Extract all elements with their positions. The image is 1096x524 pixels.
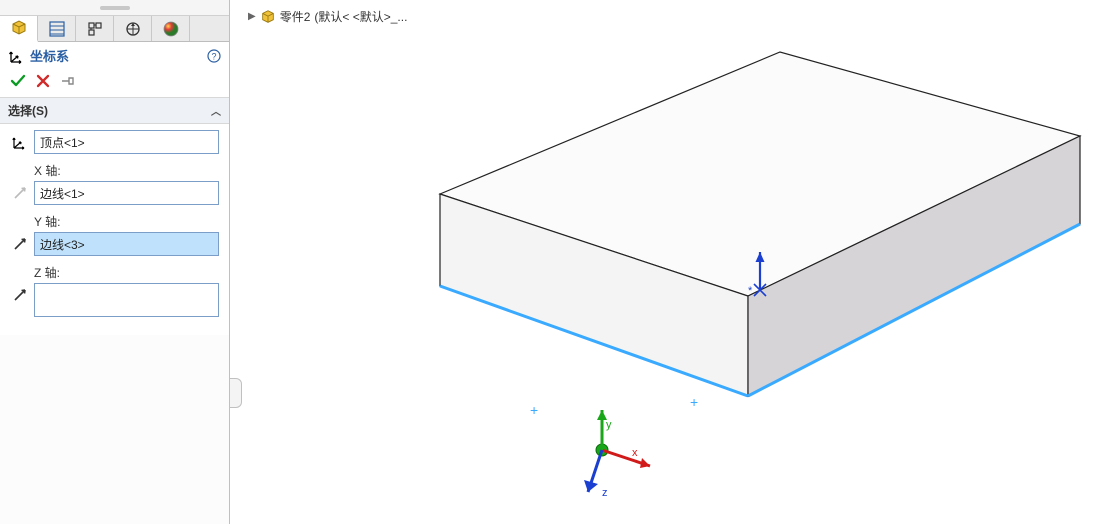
dimxpert-icon xyxy=(124,20,142,38)
property-manager-icon xyxy=(48,20,66,38)
origin-axes-icon xyxy=(10,132,30,152)
collapse-caret-icon[interactable]: ︿ xyxy=(211,103,221,118)
y-axis-field: 边线<3> xyxy=(10,232,219,256)
z-axis-field xyxy=(10,283,219,317)
confirm-cancel-row xyxy=(0,69,229,98)
selections-section-body: 顶点<1> X 轴: 边线<1> Y 轴: 边线<3> xyxy=(0,124,229,335)
panel-drag-handle[interactable] xyxy=(0,0,229,16)
model-view: + + x y z xyxy=(230,0,1096,524)
z-axis-label: Z 轴: xyxy=(34,264,219,281)
y-axis-selection-box[interactable]: 边线<3> xyxy=(34,232,219,256)
pin-button[interactable] xyxy=(60,74,74,88)
tab-configuration-manager[interactable] xyxy=(76,16,114,41)
reverse-z-icon[interactable] xyxy=(10,285,30,305)
y-axis-label: Y 轴: xyxy=(34,213,219,230)
graphics-viewport[interactable]: ▶ 零件2 (默认< <默认>_... + + xyxy=(230,0,1096,524)
grip-icon xyxy=(100,6,130,10)
z-axis-selection-box[interactable] xyxy=(34,283,219,317)
check-icon xyxy=(10,73,26,89)
selections-label: 选择(S) xyxy=(8,102,48,119)
triad-x-label: x xyxy=(632,447,638,459)
coord-system-preview-triad[interactable]: x y z xyxy=(584,410,650,499)
selection-marker-2: + xyxy=(690,394,698,410)
reverse-y-icon[interactable] xyxy=(10,234,30,254)
ok-button[interactable] xyxy=(10,73,26,89)
tab-feature-manager[interactable] xyxy=(0,16,38,42)
tab-property-manager[interactable] xyxy=(38,16,76,41)
cancel-button[interactable] xyxy=(36,74,50,88)
tab-dimxpert-manager[interactable] xyxy=(114,16,152,41)
triad-z-label: z xyxy=(602,487,608,499)
triad-y-label: y xyxy=(606,419,612,431)
panel-tab-strip xyxy=(0,16,229,42)
coordinate-system-icon xyxy=(8,47,26,65)
tab-display-manager[interactable] xyxy=(152,16,190,41)
x-icon xyxy=(36,74,50,88)
configuration-icon xyxy=(86,20,104,38)
x-axis-field: 边线<1> xyxy=(10,181,219,205)
x-axis-label: X 轴: xyxy=(34,162,219,179)
origin-selection-box[interactable]: 顶点<1> xyxy=(34,130,219,154)
svg-text:?: ? xyxy=(211,51,216,61)
origin-field: 顶点<1> xyxy=(10,130,219,154)
feature-title-row: 坐标系 ? xyxy=(0,42,229,69)
feature-title: 坐标系 xyxy=(30,46,69,65)
selection-marker-1: + xyxy=(530,402,538,418)
display-manager-icon xyxy=(162,20,180,38)
svg-text:*: * xyxy=(748,285,753,297)
pushpin-icon xyxy=(60,74,74,88)
x-axis-selection-box[interactable]: 边线<1> xyxy=(34,181,219,205)
reverse-x-icon[interactable] xyxy=(10,183,30,203)
feature-manager-icon xyxy=(10,19,28,37)
property-manager-panel: 坐标系 ? 选择(S) ︿ xyxy=(0,0,230,524)
help-icon[interactable]: ? xyxy=(207,49,221,63)
selections-section-header[interactable]: 选择(S) ︿ xyxy=(0,98,229,124)
